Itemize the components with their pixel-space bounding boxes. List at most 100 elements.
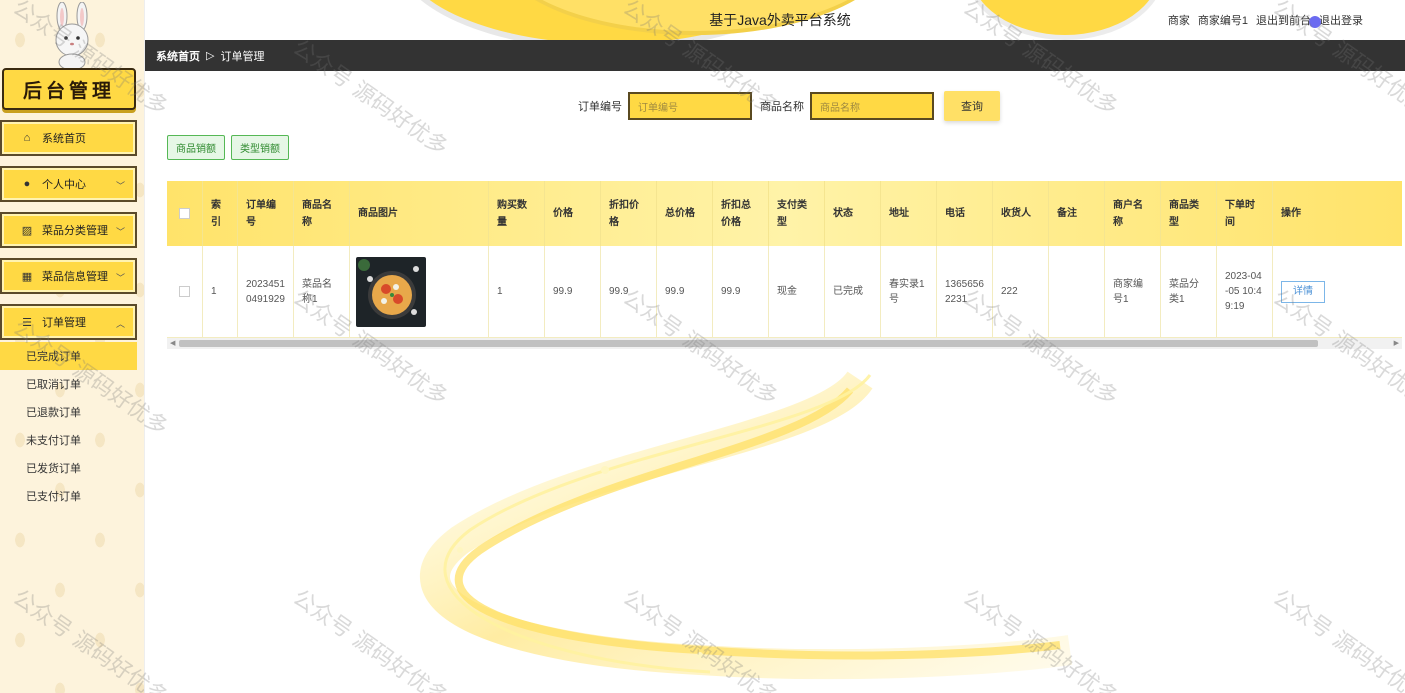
mouse-cursor-icon [1309, 16, 1321, 28]
column-header: 购买数量 [489, 181, 545, 246]
rabbit-mascot-icon [55, 2, 89, 68]
cell-product-image [350, 246, 489, 337]
query-button[interactable]: 查询 [944, 91, 1000, 121]
column-header: 商品图片 [350, 181, 489, 246]
logo-banner: 后台管理 [2, 68, 136, 110]
food-image [356, 256, 426, 327]
cell-status: 已完成 [825, 246, 881, 337]
order-no-input[interactable]: 订单编号 [628, 92, 752, 120]
exit-to-front-link[interactable]: 退出到前台 [1256, 12, 1311, 28]
table-row: 1 20234510491929 菜品名称1 1 99.9 99.9 99.9 [167, 246, 1402, 338]
detail-button[interactable]: 详情 [1281, 280, 1325, 303]
select-all-checkbox[interactable] [179, 208, 190, 219]
logo-area: 后台管理 [0, 0, 145, 115]
submenu-paid-orders[interactable]: 已支付订单 [0, 482, 137, 510]
sidebar-item-label: 菜品分类管理 [42, 225, 108, 237]
scroll-right-icon[interactable]: ▶ [1394, 339, 1399, 347]
sidebar-item-label: 系统首页 [42, 133, 86, 145]
orders-table: 索引 订单编号 商品名称 商品图片 购买数量 价格 折扣价格 总价格 折扣总价格… [167, 181, 1402, 349]
cell-discount-total: 99.9 [713, 246, 769, 337]
list-icon: ☰ [22, 316, 32, 329]
type-sales-button[interactable]: 类型销额 [231, 135, 289, 160]
cell-price: 99.9 [545, 246, 601, 337]
cell-remark [1049, 246, 1105, 337]
column-header: 商品类型 [1161, 181, 1217, 246]
top-header: 基于Java外卖平台系统 商家 商家编号1 退出到前台 退出登录 [145, 0, 1405, 40]
column-header: 折扣总价格 [713, 181, 769, 246]
user-name: 商家编号1 [1197, 15, 1248, 27]
product-name-label: 商品名称 [760, 101, 804, 113]
cell-pay-type: 现金 [769, 246, 825, 337]
column-header: 订单编号 [238, 181, 294, 246]
sidebar-item-label: 菜品信息管理 [42, 271, 108, 283]
sidebar-item-home[interactable]: ⌂ 系统首页 [0, 120, 137, 156]
submenu-unpaid-orders[interactable]: 未支付订单 [0, 426, 137, 454]
column-header: 备注 [1049, 181, 1105, 246]
breadcrumb-home[interactable]: 系统首页 [156, 48, 200, 64]
column-header: 商品名称 [294, 181, 350, 246]
watermark: 公众号 源码好优多 [287, 585, 453, 693]
sidebar-item-profile[interactable]: ● 个人中心 ﹀ [0, 166, 137, 202]
cell-address: 春实录1号 [881, 246, 937, 337]
logout-link[interactable]: 退出登录 [1319, 12, 1363, 28]
grid-icon: ▦ [21, 270, 33, 283]
sidebar-item-orders[interactable]: ☰ 订单管理 ︿ [0, 304, 137, 340]
watermark: 公众号 源码好优多 [1267, 585, 1405, 693]
cell-receiver: 222 [993, 246, 1049, 337]
submenu-cancelled-orders[interactable]: 已取消订单 [0, 370, 137, 398]
system-title: 基于Java外卖平台系统 [709, 12, 851, 28]
user-icon: ● [23, 178, 31, 190]
chevron-up-icon: ︿ [115, 319, 125, 329]
column-header: 地址 [881, 181, 937, 246]
chevron-down-icon: ﹀ [115, 273, 125, 283]
product-name-input[interactable]: 商品名称 [810, 92, 934, 120]
column-header: 索引 [203, 181, 238, 246]
column-header: 折扣价格 [601, 181, 657, 246]
light-swirl-decoration [420, 370, 1073, 680]
cell-action: 详情 [1273, 246, 1402, 337]
breadcrumb-current: 订单管理 [220, 50, 265, 63]
column-header: 操作 [1281, 208, 1301, 219]
breadcrumb-separator-icon: ▷ [206, 50, 215, 62]
cell-quantity: 1 [489, 246, 545, 337]
home-icon: ⌂ [23, 132, 31, 144]
scrollbar-thumb[interactable] [179, 340, 1318, 347]
column-header: 下单时间 [1217, 181, 1273, 246]
sidebar: 后台管理 ⌂ 系统首页 ● 个人中心 ﹀ ▨ 菜品分类管理 ﹀ ▦ 菜品信息管理… [0, 0, 145, 693]
cell-total: 99.9 [657, 246, 713, 337]
sidebar-item-category[interactable]: ▨ 菜品分类管理 ﹀ [0, 212, 137, 248]
table-header-row: 索引 订单编号 商品名称 商品图片 购买数量 价格 折扣价格 总价格 折扣总价格… [167, 181, 1402, 246]
search-bar: 订单编号 订单编号 商品名称 商品名称 查询 [578, 91, 1000, 121]
cell-discount-price: 99.9 [601, 246, 657, 337]
column-header: 支付类型 [769, 181, 825, 246]
chart-icon: ▨ [21, 224, 33, 237]
product-sales-button[interactable]: 商品销额 [167, 135, 225, 160]
cell-merchant: 商家编号1 [1105, 246, 1161, 337]
column-header: 价格 [545, 181, 601, 246]
row-select-cell [167, 246, 203, 337]
header-decoration [965, 0, 1165, 40]
column-header: 收货人 [993, 181, 1049, 246]
cell-order-no: 20234510491929 [238, 246, 294, 337]
column-header: 电话 [937, 181, 993, 246]
chevron-down-icon: ﹀ [115, 227, 125, 237]
cell-product-name: 菜品名称1 [294, 246, 350, 337]
chevron-down-icon: ﹀ [115, 181, 125, 191]
cell-order-time: 2023-04-05 10:49:19 [1217, 246, 1273, 337]
column-header: 总价格 [657, 181, 713, 246]
submenu-completed-orders[interactable]: 已完成订单 [0, 342, 137, 370]
order-no-label: 订单编号 [578, 101, 622, 113]
column-header: 商户名称 [1105, 181, 1161, 246]
row-checkbox[interactable] [179, 286, 190, 297]
sidebar-item-label: 个人中心 [42, 179, 86, 191]
submenu-refunded-orders[interactable]: 已退款订单 [0, 398, 137, 426]
submenu-shipped-orders[interactable]: 已发货订单 [0, 454, 137, 482]
header-user-area: 商家 商家编号1 退出到前台 退出登录 [1168, 12, 1363, 28]
cell-index: 1 [203, 246, 238, 337]
horizontal-scrollbar[interactable]: ◀ ▶ [167, 338, 1402, 349]
breadcrumb: 系统首页 ▷ 订单管理 [145, 40, 1405, 71]
scroll-left-icon[interactable]: ◀ [170, 339, 175, 347]
sidebar-item-label: 订单管理 [42, 317, 86, 329]
sidebar-item-dish-info[interactable]: ▦ 菜品信息管理 ﹀ [0, 258, 137, 294]
cell-product-type: 菜品分类1 [1161, 246, 1217, 337]
